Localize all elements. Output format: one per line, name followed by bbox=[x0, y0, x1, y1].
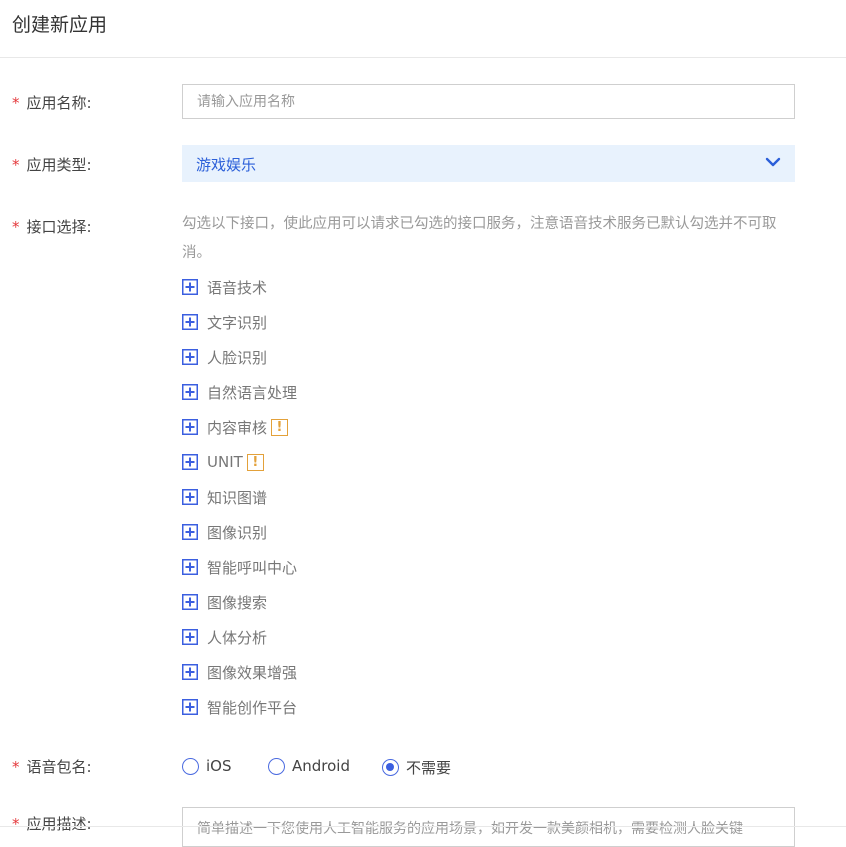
app-name-input[interactable] bbox=[182, 84, 795, 119]
radio-android[interactable]: Android bbox=[268, 757, 350, 775]
api-item-label: 智能创作平台 bbox=[207, 698, 298, 717]
api-item-label: 语音技术 bbox=[207, 278, 268, 297]
exclamation-icon: ! bbox=[246, 453, 264, 471]
api-item[interactable]: 人脸识别 bbox=[182, 347, 267, 367]
api-item[interactable]: 文字识别 bbox=[182, 312, 267, 332]
api-item[interactable]: 人体分析 bbox=[182, 627, 267, 647]
api-item-label: 图像识别 bbox=[207, 523, 268, 542]
plus-square-icon[interactable] bbox=[182, 594, 198, 610]
plus-square-icon[interactable] bbox=[182, 664, 198, 680]
api-item[interactable]: 语音技术 bbox=[182, 277, 267, 297]
api-item[interactable]: 图像识别 bbox=[182, 522, 267, 542]
api-item-label: 智能呼叫中心 bbox=[207, 558, 298, 577]
app-name-label: * 应用名称: bbox=[12, 94, 92, 112]
radio-checked-icon bbox=[382, 759, 399, 776]
api-item-label: 图像搜索 bbox=[207, 593, 268, 612]
radio-label: Android bbox=[292, 757, 350, 775]
api-item-label: 人脸识别 bbox=[207, 348, 268, 367]
api-item[interactable]: 智能呼叫中心 bbox=[182, 557, 297, 577]
api-item[interactable]: 图像效果增强 bbox=[182, 662, 297, 682]
plus-square-icon[interactable] bbox=[182, 384, 198, 400]
radio-circle-icon bbox=[182, 757, 199, 775]
plus-square-icon[interactable] bbox=[182, 349, 198, 365]
radio-ios[interactable]: iOS bbox=[182, 757, 232, 775]
app-type-select[interactable]: 游戏娱乐 bbox=[182, 145, 795, 182]
api-item[interactable]: 自然语言处理 bbox=[182, 382, 297, 402]
api-item[interactable]: 内容审核! bbox=[182, 417, 289, 437]
plus-square-icon[interactable] bbox=[182, 629, 198, 645]
required-mark: * bbox=[12, 218, 20, 236]
plus-square-icon[interactable] bbox=[182, 314, 198, 330]
api-item-label: 内容审核 bbox=[207, 418, 268, 437]
radio-circle-icon bbox=[268, 757, 285, 775]
api-item[interactable]: 图像搜索 bbox=[182, 592, 267, 612]
api-item-label: UNIT bbox=[207, 453, 243, 471]
api-item[interactable]: 知识图谱 bbox=[182, 487, 267, 507]
api-item-label: 图像效果增强 bbox=[207, 663, 298, 682]
radio-none[interactable]: 不需要 bbox=[382, 757, 451, 778]
page-header: 创建新应用 bbox=[0, 0, 846, 58]
page-title: 创建新应用 bbox=[12, 14, 108, 36]
required-mark: * bbox=[12, 94, 20, 112]
api-item-label: 知识图谱 bbox=[207, 488, 268, 507]
radio-label: iOS bbox=[206, 757, 232, 775]
api-item[interactable]: 智能创作平台 bbox=[182, 697, 297, 717]
plus-square-icon[interactable] bbox=[182, 454, 198, 470]
api-select-label: * 接口选择: bbox=[12, 218, 92, 236]
app-type-label: * 应用类型: bbox=[12, 156, 92, 174]
exclamation-icon: ! bbox=[271, 418, 289, 436]
required-mark: * bbox=[12, 156, 20, 174]
plus-square-icon[interactable] bbox=[182, 419, 198, 435]
plus-square-icon[interactable] bbox=[182, 699, 198, 715]
api-item-label: 文字识别 bbox=[207, 313, 268, 332]
plus-square-icon[interactable] bbox=[182, 524, 198, 540]
plus-square-icon[interactable] bbox=[182, 489, 198, 505]
api-item-label: 自然语言处理 bbox=[207, 383, 298, 402]
chevron-down-icon bbox=[765, 157, 781, 167]
radio-label: 不需要 bbox=[406, 759, 452, 777]
description-label: * 应用描述: bbox=[12, 815, 92, 833]
required-mark: * bbox=[12, 815, 20, 833]
bottom-divider bbox=[0, 826, 846, 827]
plus-square-icon[interactable] bbox=[182, 279, 198, 295]
plus-square-icon[interactable] bbox=[182, 559, 198, 575]
description-textarea[interactable] bbox=[182, 807, 795, 847]
app-type-value: 游戏娱乐 bbox=[196, 156, 257, 174]
api-item-label: 人体分析 bbox=[207, 628, 268, 647]
api-item[interactable]: UNIT! bbox=[182, 452, 264, 472]
api-hint-text: 勾选以下接口，使此应用可以请求已勾选的接口服务，注意语音技术服务已默认勾选并不可… bbox=[182, 216, 777, 261]
package-label: * 语音包名: bbox=[12, 758, 92, 776]
required-mark: * bbox=[12, 758, 20, 776]
